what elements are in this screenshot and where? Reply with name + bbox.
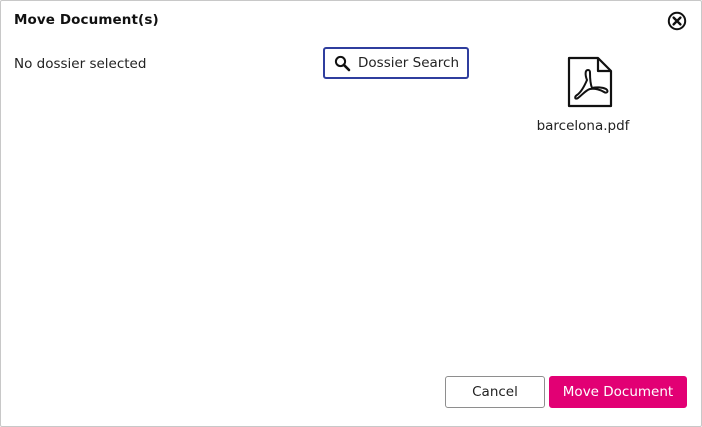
selection-status: No dossier selected [14, 56, 147, 72]
file-name: barcelona.pdf [536, 118, 630, 134]
document-item: barcelona.pdf [531, 56, 635, 136]
cancel-button[interactable]: Cancel [445, 376, 545, 408]
dossier-search-button[interactable]: Dossier Search [323, 47, 469, 79]
close-button[interactable] [667, 11, 687, 31]
dossier-search-label: Dossier Search [358, 55, 459, 71]
close-circle-icon [667, 11, 687, 31]
dialog-title: Move Document(s) [14, 12, 159, 28]
search-icon [334, 55, 351, 72]
move-document-dialog: Move Document(s) No dossier selected Dos… [0, 0, 702, 427]
move-document-button[interactable]: Move Document [549, 376, 687, 408]
pdf-icon [567, 56, 613, 108]
